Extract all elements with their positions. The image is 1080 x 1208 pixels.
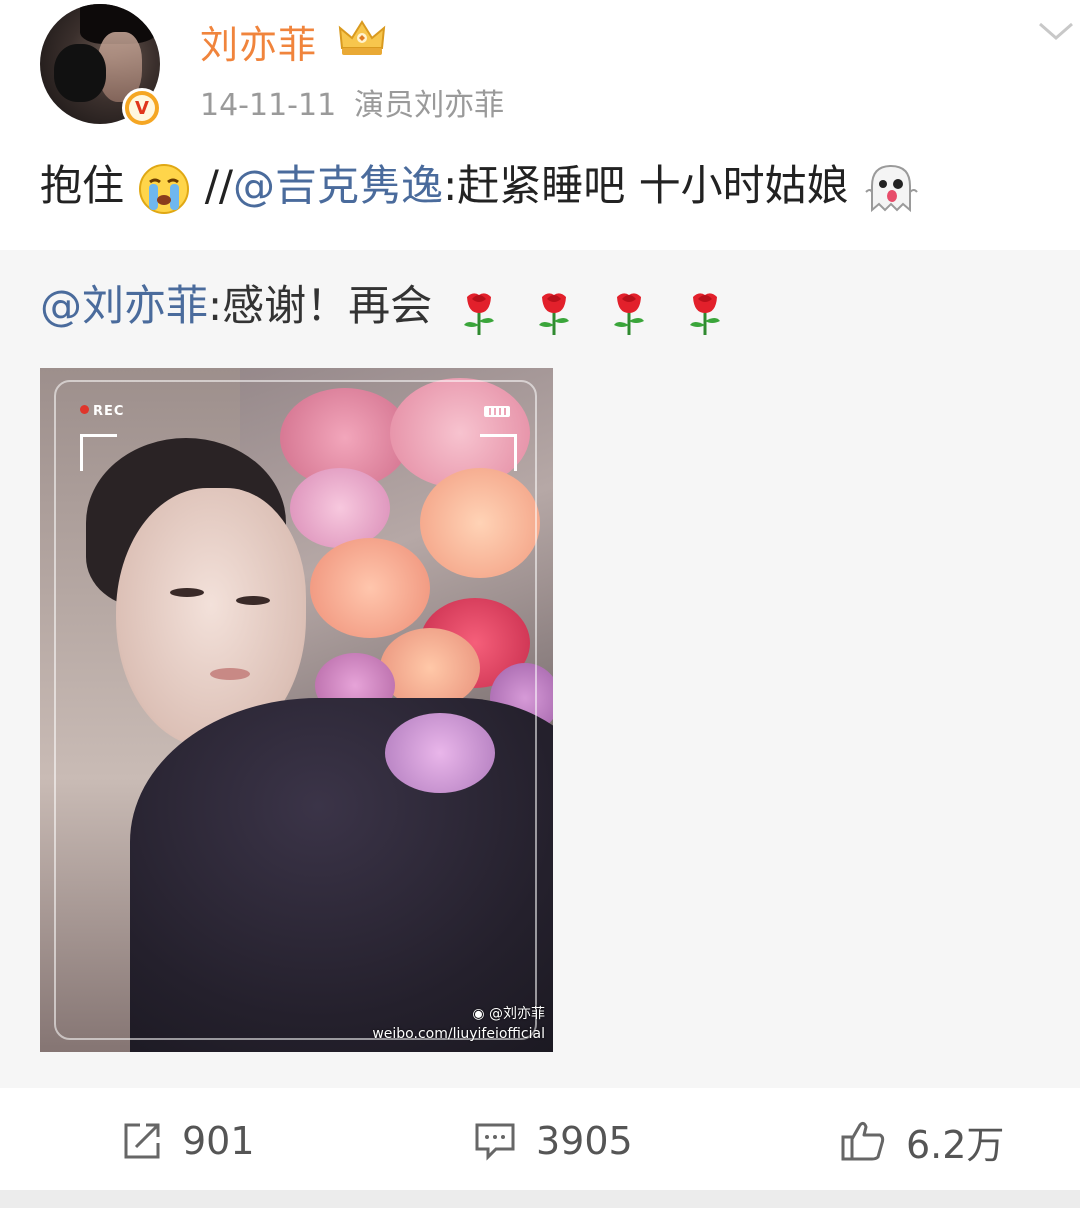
image-watermark: ◉ @刘亦菲 weibo.com/liuyifeiofficial (372, 1004, 545, 1044)
ghost-emoji-icon (865, 164, 918, 212)
rec-label: REC (93, 404, 125, 419)
rose-emoji-icon (689, 293, 720, 335)
reposted-content[interactable]: @刘亦菲:感谢！再会 REC ◉ @刘亦菲 weibo.com/liuyifei… (0, 250, 1080, 1088)
repost-count: 901 (182, 1119, 255, 1163)
mention-link[interactable]: @吉克隽逸 (233, 161, 443, 210)
repost-image[interactable]: REC ◉ @刘亦菲 weibo.com/liuyifeiofficial (40, 368, 553, 1052)
repost-mention-link[interactable]: @刘亦菲 (40, 281, 208, 330)
viewfinder-corner (80, 434, 117, 471)
rose-emoji-icon (538, 293, 569, 335)
verified-badge-icon: V (122, 88, 162, 128)
thumbs-up-icon (841, 1121, 885, 1161)
comment-count: 3905 (536, 1119, 633, 1163)
repost-text: @刘亦菲:感谢！再会 (40, 276, 742, 339)
post-source: 演员刘亦菲 (354, 88, 505, 123)
post-date: 14-11-11 (200, 88, 337, 123)
rose-emoji-icon (614, 293, 645, 335)
repost-button[interactable]: 901 (122, 1116, 255, 1166)
chevron-down-icon[interactable] (1036, 16, 1076, 46)
avatar-cat (54, 44, 106, 102)
like-button[interactable]: 6.2万 (840, 1116, 1005, 1167)
crown-icon (338, 20, 386, 55)
viewfinder-corner (480, 434, 517, 471)
bottom-divider (0, 1190, 1080, 1208)
record-dot-icon (80, 405, 89, 414)
author-name[interactable]: 刘亦菲 (200, 14, 317, 69)
crying-emoji-icon (139, 163, 190, 214)
weibo-logo-icon: ◉ (472, 1006, 485, 1022)
watermark-handle: @刘亦菲 (489, 1006, 545, 1022)
like-count: 6.2万 (906, 1122, 1005, 1167)
action-bar: 901 3905 6.2万 (0, 1090, 1080, 1190)
post-text-content: :赶紧睡吧 十小时姑娘 (443, 161, 849, 210)
post-text-separator: // (204, 161, 234, 210)
battery-icon (484, 406, 510, 417)
camera-frame (54, 380, 537, 1040)
post-header: V 刘亦菲 14-11-11 演员刘亦菲 (0, 0, 1080, 130)
rose-emoji-icon (463, 293, 494, 335)
rose-emoji-group (454, 279, 742, 339)
comment-button[interactable]: 3905 (474, 1116, 633, 1166)
repost-text-content: :感谢！再会 (208, 281, 433, 330)
post-body: 抱住 //@吉克隽逸:赶紧睡吧 十小时姑娘 (40, 156, 1040, 216)
watermark-url: weibo.com/liuyifeiofficial (372, 1026, 545, 1042)
share-icon (124, 1123, 160, 1159)
post-text-prefix: 抱住 (40, 161, 125, 210)
post-meta: 14-11-11 演员刘亦菲 (200, 80, 504, 124)
rec-indicator: REC (80, 404, 124, 419)
comment-icon (475, 1123, 515, 1161)
